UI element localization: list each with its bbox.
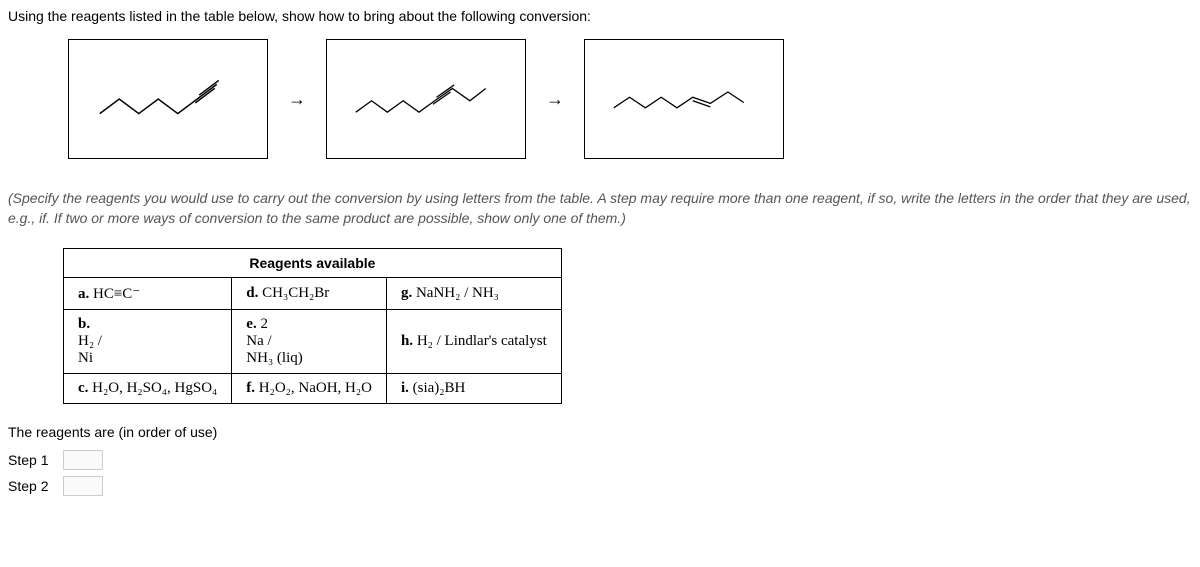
molecule-svg-2: [347, 60, 505, 138]
table-row: b. H₂ / Ni e. 2 Na / NH₃ (liq) h. H₂ / L…: [64, 310, 562, 374]
step-2-row: Step 2: [8, 476, 1192, 496]
cell-c: c. H₂O, H₂SO₄, HgSO₄: [64, 374, 232, 404]
step-1-input[interactable]: [63, 450, 103, 470]
cell-h: h. H₂ / Lindlar's catalyst: [386, 310, 561, 374]
cell-g: g. NaNH₂ / NH₃: [386, 278, 561, 310]
footer-text: The reagents are (in order of use): [8, 424, 1192, 440]
step-2-label: Step 2: [8, 478, 63, 494]
intro-text: Using the reagents listed in the table b…: [8, 8, 1192, 24]
molecule-svg-1: [89, 60, 247, 138]
instruction-text: (Specify the reagents you would use to c…: [8, 189, 1192, 228]
structure-box-3: [584, 39, 784, 159]
molecule-svg-3: [605, 60, 763, 138]
reagents-table-wrapper: Reagents available a. HC≡C⁻ d. CH₃CH₂Br …: [63, 248, 562, 404]
step-2-input[interactable]: [63, 476, 103, 496]
structure-box-2: [326, 39, 526, 159]
table-row: c. H₂O, H₂SO₄, HgSO₄ f. H₂O₂, NaOH, H₂O …: [64, 374, 562, 404]
arrow-2: →: [546, 89, 564, 110]
table-row: a. HC≡C⁻ d. CH₃CH₂Br g. NaNH₂ / NH₃: [64, 278, 562, 310]
cell-d: d. CH₃CH₂Br: [232, 278, 387, 310]
cell-e: e. 2 Na / NH₃ (liq): [232, 310, 387, 374]
reagents-table: a. HC≡C⁻ d. CH₃CH₂Br g. NaNH₂ / NH₃ b. H…: [63, 277, 562, 404]
step-1-row: Step 1: [8, 450, 1192, 470]
cell-a: a. HC≡C⁻: [64, 278, 232, 310]
arrow-1: →: [288, 89, 306, 110]
cell-b: b. H₂ / Ni: [64, 310, 232, 374]
structure-box-1: [68, 39, 268, 159]
cell-f: f. H₂O₂, NaOH, H₂O: [232, 374, 387, 404]
cell-i: i. (sia)₂BH: [386, 374, 561, 404]
structures-row: → →: [68, 39, 1192, 159]
reagents-header: Reagents available: [63, 249, 562, 277]
step-1-label: Step 1: [8, 452, 63, 468]
